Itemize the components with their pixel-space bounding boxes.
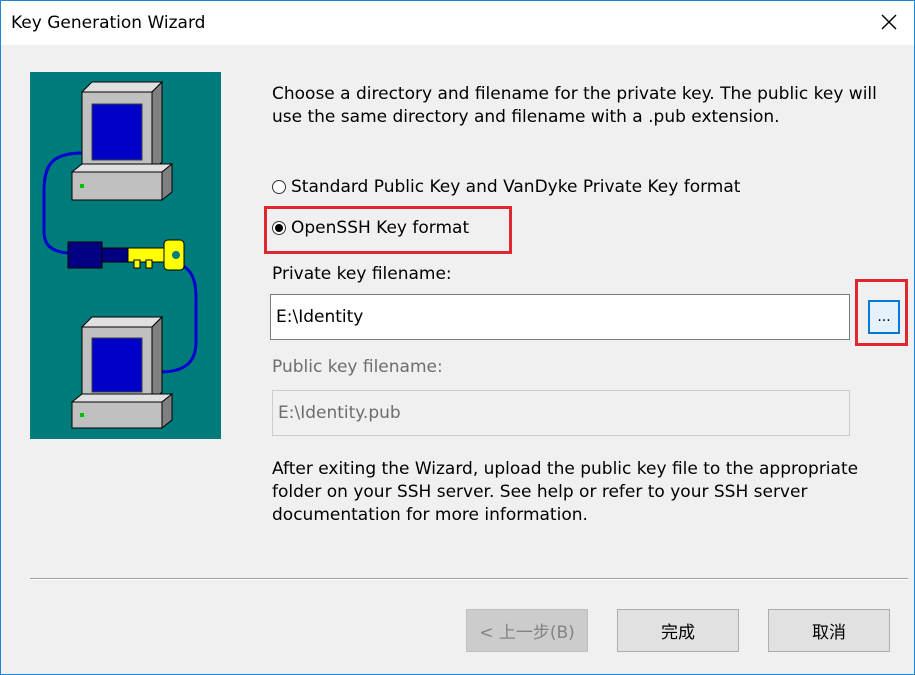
back-button: < 上一步(B) bbox=[466, 609, 588, 652]
private-key-label: Private key filename: bbox=[272, 264, 452, 284]
radio-circle-icon[interactable] bbox=[272, 180, 286, 194]
separator bbox=[30, 578, 908, 580]
public-key-label: Public key filename: bbox=[272, 357, 443, 377]
computer-bottom-icon bbox=[70, 315, 174, 430]
key-icon bbox=[67, 239, 185, 271]
highlight-openssh-option bbox=[264, 206, 512, 254]
computer-top-icon bbox=[70, 80, 174, 202]
close-icon[interactable] bbox=[874, 7, 904, 37]
window-title: Key Generation Wizard bbox=[11, 13, 206, 33]
radio-standard-label: Standard Public Key and VanDyke Private … bbox=[291, 177, 741, 197]
public-key-input: E:\Identity.pub bbox=[272, 390, 850, 436]
title-bar: Key Generation Wizard bbox=[1, 1, 914, 45]
computers-key-illustration bbox=[30, 72, 221, 439]
radio-standard-format[interactable]: Standard Public Key and VanDyke Private … bbox=[272, 177, 740, 197]
intro-text: Choose a directory and filename for the … bbox=[272, 84, 877, 127]
finish-button[interactable]: 完成 bbox=[617, 609, 739, 652]
private-key-input[interactable]: E:\Identity bbox=[270, 294, 850, 340]
footer-note: After exiting the Wizard, upload the pub… bbox=[272, 459, 859, 525]
key-generation-wizard-dialog: Key Generation Wizard Choose a directory… bbox=[0, 0, 915, 675]
cancel-button[interactable]: 取消 bbox=[768, 609, 890, 652]
highlight-browse-button bbox=[855, 279, 908, 346]
